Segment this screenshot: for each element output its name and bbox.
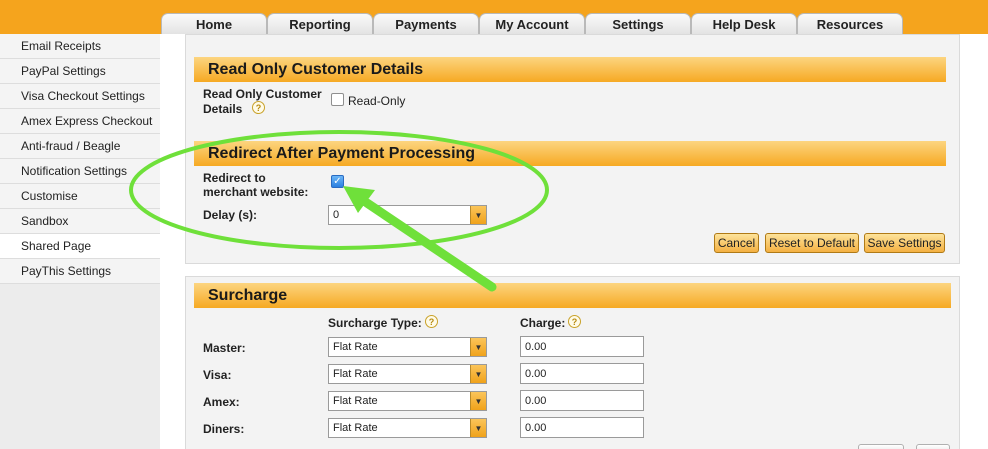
surcharge-type-select[interactable]: Flat Rate ▼: [328, 364, 487, 384]
surcharge-charge-input[interactable]: 0.00: [520, 363, 644, 384]
surcharge-type-value: Flat Rate: [333, 395, 378, 407]
charge-header: Charge:: [520, 316, 566, 330]
sidebar-item-paythis-settings[interactable]: PayThis Settings: [0, 259, 160, 284]
surcharge-charge-input[interactable]: 0.00: [520, 390, 644, 411]
surcharge-row-label: Master:: [203, 341, 246, 355]
settings-sidebar: Email Receipts PayPal Settings Visa Chec…: [0, 34, 160, 449]
read-only-label-line1: Read Only Customer: [203, 87, 322, 101]
tab-payments[interactable]: Payments: [373, 13, 479, 34]
tab-settings[interactable]: Settings: [585, 13, 691, 34]
sidebar-item-visa-checkout[interactable]: Visa Checkout Settings: [0, 84, 160, 109]
save-settings-button[interactable]: Save Settings: [864, 233, 945, 253]
surcharge-row-label: Amex:: [203, 395, 240, 409]
chevron-down-icon: ▼: [470, 206, 486, 224]
chevron-down-icon: ▼: [470, 419, 486, 437]
surcharge-section-header: Surcharge: [194, 283, 951, 308]
surcharge-type-select[interactable]: Flat Rate ▼: [328, 337, 487, 357]
surcharge-type-header: Surcharge Type:: [328, 316, 422, 330]
chevron-down-icon: ▼: [470, 365, 486, 383]
sidebar-item-shared-page[interactable]: Shared Page: [0, 234, 160, 259]
read-only-checkbox[interactable]: [331, 93, 344, 106]
surcharge-type-help-icon[interactable]: ?: [425, 315, 438, 328]
sidebar-item-sandbox[interactable]: Sandbox: [0, 209, 160, 234]
chevron-down-icon: ▼: [470, 338, 486, 356]
tab-my-account[interactable]: My Account: [479, 13, 585, 34]
surcharge-type-select[interactable]: Flat Rate ▼: [328, 418, 487, 438]
sidebar-item-notification-settings[interactable]: Notification Settings: [0, 159, 160, 184]
tab-home[interactable]: Home: [161, 13, 267, 34]
surcharge-type-value: Flat Rate: [333, 341, 378, 353]
read-only-checkbox-label: Read-Only: [348, 94, 406, 108]
redirect-section-title: Redirect After Payment Processing: [208, 144, 476, 162]
surcharge-section-title: Surcharge: [208, 286, 288, 304]
read-only-label-line2: Details: [203, 102, 243, 116]
redirect-label-line1: Redirect to: [203, 171, 266, 185]
delay-label: Delay (s):: [203, 208, 258, 222]
tab-help-desk[interactable]: Help Desk: [691, 13, 797, 34]
sidebar-item-email-receipts[interactable]: Email Receipts: [0, 34, 160, 59]
read-only-help-icon[interactable]: ?: [252, 101, 265, 114]
reset-to-default-button[interactable]: Reset to Default: [765, 233, 859, 253]
read-only-section-header: Read Only Customer Details: [194, 57, 946, 82]
sidebar-item-customise[interactable]: Customise: [0, 184, 160, 209]
surcharge-type-value: Flat Rate: [333, 422, 378, 434]
delay-select[interactable]: 0 ▼: [328, 205, 487, 225]
surcharge-charge-input[interactable]: 0.00: [520, 417, 644, 438]
read-only-section-title: Read Only Customer Details: [208, 60, 424, 78]
sidebar-item-anti-fraud[interactable]: Anti-fraud / Beagle: [0, 134, 160, 159]
tab-reporting[interactable]: Reporting: [267, 13, 373, 34]
sidebar-item-paypal-settings[interactable]: PayPal Settings: [0, 59, 160, 84]
surcharge-charge-input[interactable]: 0.00: [520, 336, 644, 357]
delay-select-value: 0: [333, 209, 340, 221]
redirect-label-line2: merchant website:: [203, 185, 309, 199]
redirect-checkbox[interactable]: ✓: [331, 175, 344, 188]
surcharge-row-label: Visa:: [203, 368, 232, 382]
tab-resources[interactable]: Resources: [797, 13, 903, 34]
checkmark-icon: ✓: [333, 176, 342, 187]
surcharge-type-value: Flat Rate: [333, 368, 378, 380]
redirect-section-header: Redirect After Payment Processing: [194, 141, 946, 166]
surcharge-type-select[interactable]: Flat Rate ▼: [328, 391, 487, 411]
cancel-button[interactable]: Cancel: [714, 233, 759, 253]
sidebar-item-amex-express[interactable]: Amex Express Checkout: [0, 109, 160, 134]
chevron-down-icon: ▼: [470, 392, 486, 410]
surcharge-action-button[interactable]: [858, 444, 904, 449]
surcharge-action-button[interactable]: [916, 444, 950, 449]
charge-help-icon[interactable]: ?: [568, 315, 581, 328]
surcharge-row-label: Diners:: [203, 422, 245, 436]
